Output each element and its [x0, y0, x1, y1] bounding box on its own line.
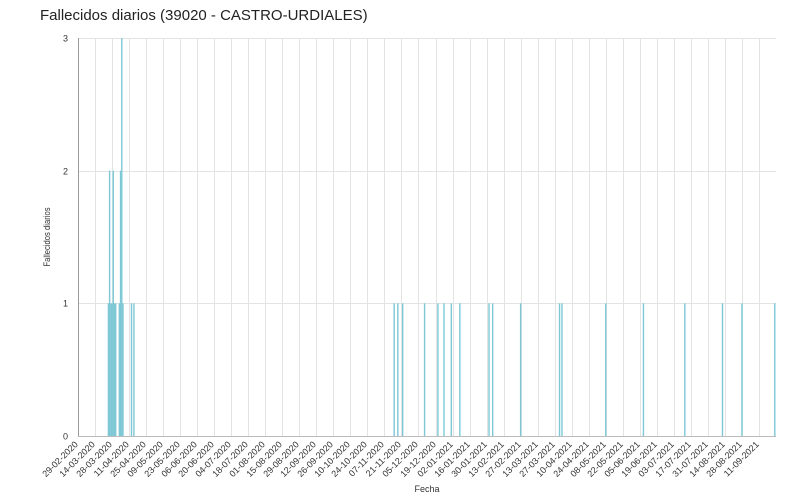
grid-lines: [78, 38, 776, 436]
x-tick-labels: 29-02-202014-03-202028-03-202011-04-2020…: [40, 439, 761, 479]
x-axis-label: Fecha: [414, 484, 439, 494]
bar: [122, 303, 124, 436]
y-tick-label: 3: [63, 34, 68, 44]
bar: [115, 303, 117, 436]
axes: [78, 38, 776, 437]
bar: [108, 170, 111, 437]
bar: [112, 170, 114, 437]
bar: [605, 303, 607, 436]
bar: [741, 303, 743, 436]
bar: [774, 303, 776, 436]
bar: [113, 303, 116, 436]
bar: [519, 303, 522, 436]
bar: [684, 303, 686, 436]
bars: [107, 38, 776, 437]
bar: [437, 303, 439, 436]
bar: [133, 303, 135, 436]
bar: [443, 303, 445, 436]
y-tick-label: 0: [63, 432, 68, 442]
daily-deaths-chart: 0 1 2 3 29-02-202014-03-202028-03-202011-04…: [40, 34, 776, 494]
bar: [491, 303, 494, 436]
y-tick-labels: 0 1 2 3: [63, 34, 68, 442]
bar: [393, 303, 395, 436]
bar: [450, 303, 453, 436]
bar: [459, 303, 461, 436]
y-tick-label: 2: [63, 167, 68, 177]
bar: [119, 170, 122, 437]
bar: [721, 303, 724, 436]
bar: [558, 303, 561, 436]
bar: [423, 303, 426, 436]
bar: [110, 303, 112, 436]
bar: [642, 303, 645, 436]
bar: [107, 303, 110, 436]
bar: [111, 303, 113, 436]
y-axis-label: Fallecidos diarios: [41, 207, 52, 266]
bar: [130, 303, 133, 436]
bar: [401, 303, 404, 436]
y-tick-label: 1: [63, 299, 68, 309]
bar: [397, 303, 399, 436]
bar: [488, 303, 490, 436]
bar: [121, 38, 123, 436]
bar: [118, 303, 121, 436]
bar: [561, 303, 563, 436]
